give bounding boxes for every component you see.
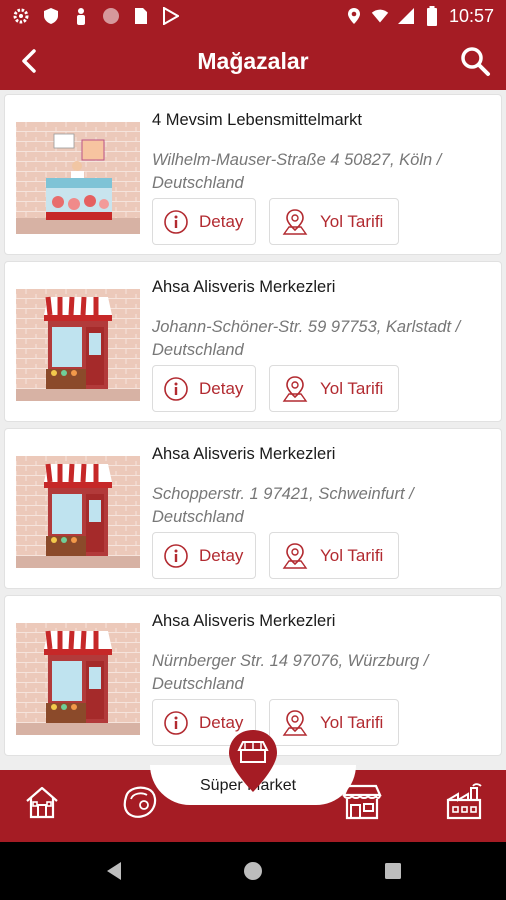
- page-title: Mağazalar: [197, 47, 309, 74]
- map-pin-icon: [282, 542, 308, 569]
- map-pin-icon: [282, 709, 308, 736]
- person-icon: [72, 7, 90, 25]
- search-icon: [461, 47, 490, 76]
- factory-icon[interactable]: [444, 782, 484, 822]
- detail-button[interactable]: Detay: [152, 198, 256, 245]
- directions-button-label: Yol Tarifi: [320, 545, 384, 565]
- info-icon: [163, 710, 189, 736]
- store-card[interactable]: 4 Mevsim Lebensmittelmarkt Wilhelm-Mause…: [4, 94, 502, 255]
- system-recents-icon[interactable]: [381, 859, 405, 883]
- info-icon: [163, 543, 189, 569]
- detail-button-label: Detay: [199, 211, 244, 231]
- gear-icon: [12, 7, 30, 25]
- store-name: Ahsa Alisveris Merkezleri: [152, 612, 336, 630]
- sim-icon: [132, 7, 150, 25]
- store-image: [16, 623, 140, 735]
- store-address: Wilhelm-Mauser-Straße 4 50827, Köln / De…: [152, 151, 442, 192]
- location-icon: [345, 7, 363, 25]
- search-button[interactable]: [458, 44, 492, 78]
- wifi-icon: [371, 7, 389, 25]
- directions-button[interactable]: Yol Tarifi: [269, 198, 399, 245]
- map-pin-icon: [282, 208, 308, 235]
- status-bar: 10:57: [0, 0, 506, 32]
- status-right: 10:57: [345, 6, 494, 27]
- detail-button-label: Detay: [199, 545, 244, 565]
- detail-button[interactable]: Detay: [152, 532, 256, 579]
- store-name: 4 Mevsim Lebensmittelmarkt: [152, 111, 362, 129]
- store-card[interactable]: Ahsa Alisveris Merkezleri Johann-Schöner…: [4, 261, 502, 422]
- detail-button[interactable]: Detay: [152, 365, 256, 412]
- status-time: 10:57: [448, 5, 494, 26]
- store-card[interactable]: Ahsa Alisveris Merkezleri Schopperstr. 1…: [4, 428, 502, 589]
- store-name: Ahsa Alisveris Merkezleri: [152, 278, 336, 296]
- store-address: Nürnberger Str. 14 97076, Würzburg / Deu…: [152, 652, 429, 693]
- directions-button-label: Yol Tarifi: [320, 712, 384, 732]
- shield-icon: [42, 7, 60, 25]
- store-list[interactable]: 4 Mevsim Lebensmittelmarkt Wilhelm-Mause…: [0, 90, 506, 770]
- store-image: [16, 456, 140, 568]
- back-arrow-icon: [22, 49, 36, 73]
- store-image: [16, 122, 140, 234]
- home-icon[interactable]: [22, 782, 62, 822]
- directions-button-label: Yol Tarifi: [320, 211, 384, 231]
- detail-button-label: Detay: [199, 378, 244, 398]
- directions-button-label: Yol Tarifi: [320, 378, 384, 398]
- store-image: [16, 289, 140, 401]
- meat-icon[interactable]: [120, 782, 160, 822]
- store-address: Schopperstr. 1 97421, Schweinfurt / Deut…: [152, 485, 414, 526]
- system-back-icon[interactable]: [102, 859, 126, 883]
- back-button[interactable]: [14, 46, 44, 76]
- market-stall-icon[interactable]: [340, 782, 384, 822]
- store-pin-icon[interactable]: [226, 728, 280, 794]
- store-name: Ahsa Alisveris Merkezleri: [152, 445, 336, 463]
- map-pin-icon: [282, 375, 308, 402]
- signal-icon: [397, 7, 415, 25]
- info-icon: [163, 376, 189, 402]
- info-icon: [163, 209, 189, 235]
- app-bar: Mağazalar: [0, 32, 506, 90]
- directions-button[interactable]: Yol Tarifi: [269, 532, 399, 579]
- directions-button[interactable]: Yol Tarifi: [269, 365, 399, 412]
- system-home-icon[interactable]: [241, 859, 265, 883]
- play-store-icon: [162, 7, 180, 25]
- circle-icon: [102, 7, 120, 25]
- system-nav-bar: [0, 842, 506, 900]
- store-address: Johann-Schöner-Str. 59 97753, Karlstadt …: [152, 318, 461, 359]
- directions-button[interactable]: Yol Tarifi: [269, 699, 399, 746]
- status-left-icons: [12, 7, 180, 25]
- battery-icon: [423, 6, 441, 26]
